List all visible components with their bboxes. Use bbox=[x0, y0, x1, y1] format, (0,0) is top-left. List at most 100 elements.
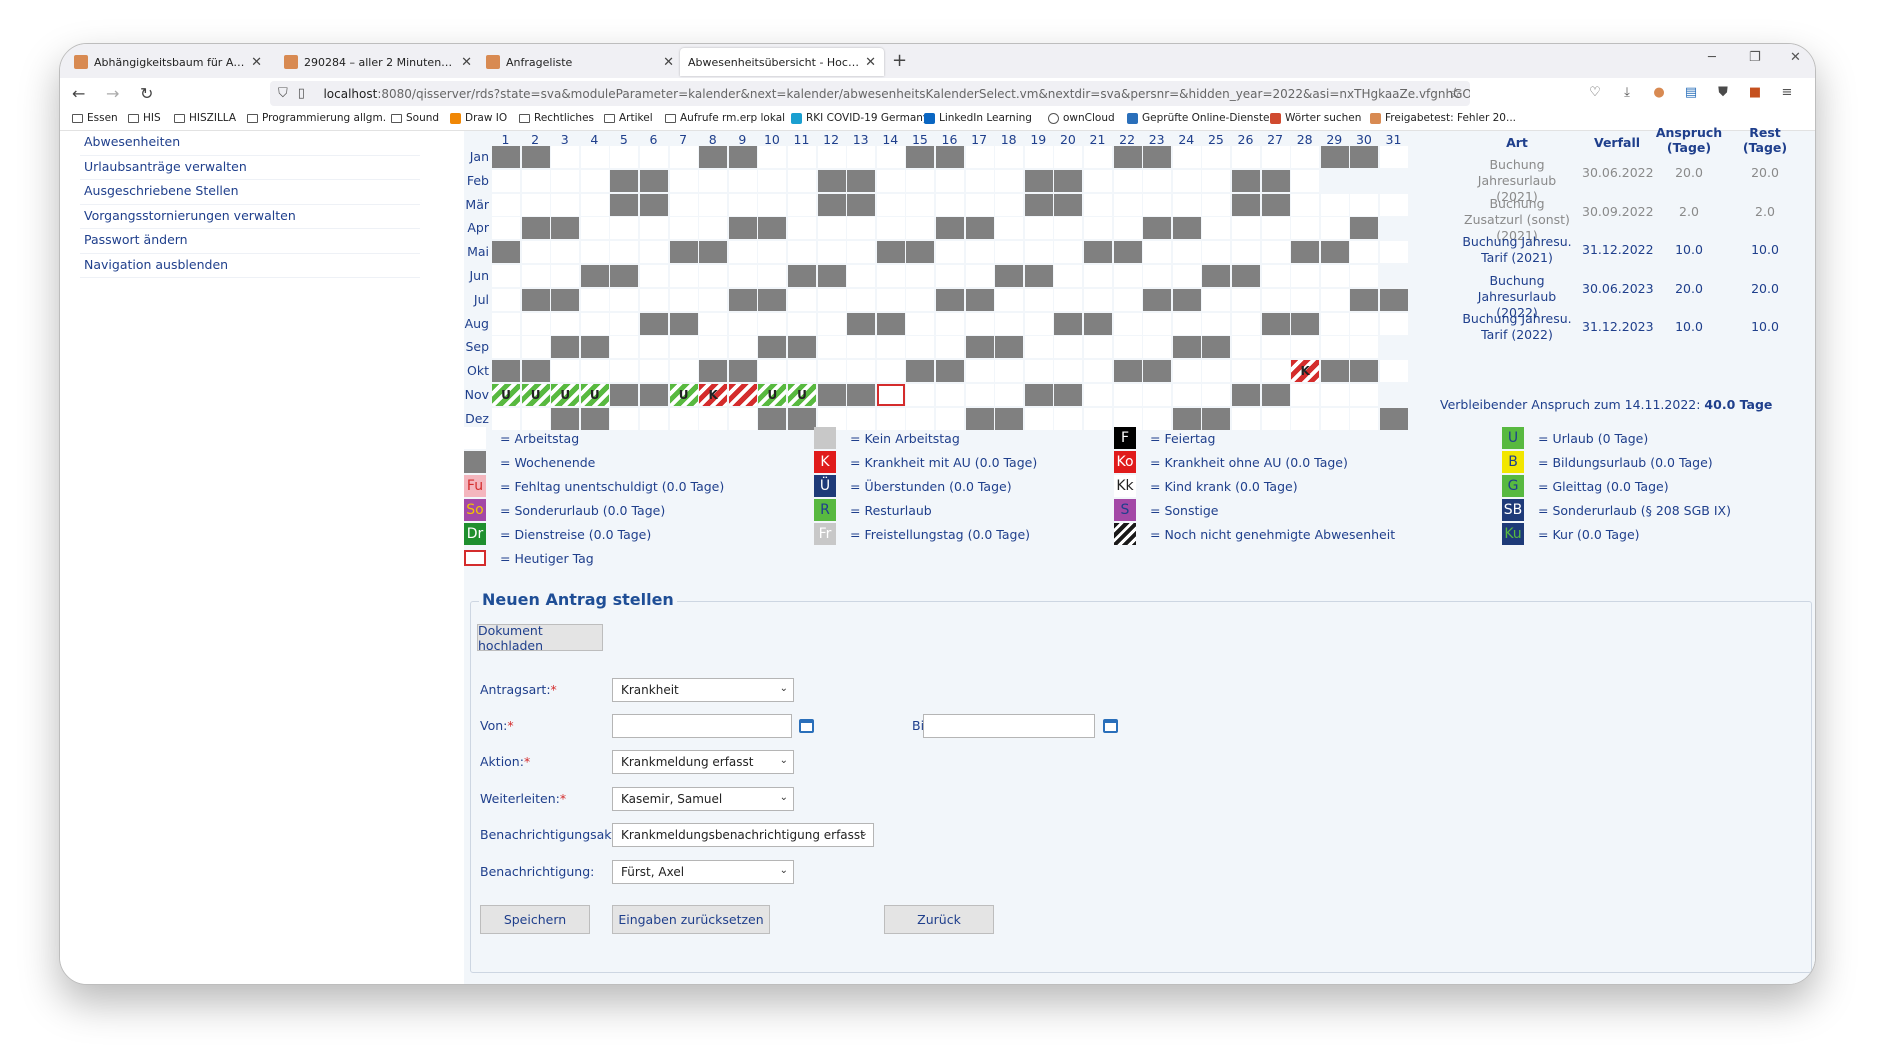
calendar-day-workday[interactable] bbox=[936, 265, 964, 287]
calendar-day-workday[interactable] bbox=[1054, 241, 1083, 264]
benachrichtigungsaktion-select[interactable]: Krankmeldungsbenachrichtigung erfasst ⌄ bbox=[612, 823, 874, 847]
calendar-day-workday[interactable] bbox=[610, 360, 639, 383]
menu-icon[interactable]: ≡ bbox=[1779, 85, 1795, 101]
calendar-day-workday[interactable] bbox=[876, 193, 905, 216]
antragsart-select[interactable]: Krankheit ⌄ bbox=[612, 678, 794, 702]
calendar-day-workday[interactable] bbox=[669, 169, 698, 192]
calendar-day-workday[interactable] bbox=[1113, 336, 1142, 359]
bookmark-rechtliches[interactable]: Rechtliches bbox=[519, 112, 594, 124]
calendar-day-workday[interactable] bbox=[1113, 265, 1142, 287]
browser-tab[interactable]: Abhängigkeitsbaum für Anfrag ✕ bbox=[66, 48, 270, 76]
calendar-day-workday[interactable] bbox=[1143, 265, 1172, 287]
calendar-day-weekend[interactable] bbox=[1291, 312, 1320, 335]
calendar-day-workday[interactable] bbox=[728, 241, 757, 264]
calendar-day-weekend[interactable] bbox=[1291, 241, 1320, 264]
calendar-day-workday[interactable] bbox=[1172, 193, 1201, 216]
calendar-day-workday[interactable] bbox=[492, 265, 520, 287]
calendar-day-weekend[interactable] bbox=[1350, 288, 1379, 311]
calendar-day-workday[interactable] bbox=[1054, 336, 1083, 359]
calendar-day-pending[interactable]: K bbox=[699, 384, 728, 406]
sidebar-item-stellen[interactable]: Ausgeschriebene Stellen bbox=[80, 180, 420, 205]
calendar-day-weekend[interactable] bbox=[936, 288, 964, 311]
bookmark-star-icon[interactable]: ☆ bbox=[1449, 84, 1462, 102]
calendar-day-workday[interactable] bbox=[1380, 193, 1408, 216]
calendar-day-workday[interactable] bbox=[995, 169, 1024, 192]
close-icon[interactable]: ✕ bbox=[865, 55, 876, 70]
bookmark-his[interactable]: HIS bbox=[128, 112, 161, 124]
calendar-day-workday[interactable] bbox=[817, 336, 846, 359]
calendar-day-workday[interactable] bbox=[669, 217, 698, 240]
calendar-day-weekend[interactable] bbox=[1232, 193, 1260, 216]
calendar-day-workday[interactable] bbox=[1261, 265, 1290, 287]
bookmark-linkedin[interactable]: LinkedIn Learning bbox=[924, 112, 1032, 124]
calendar-day-workday[interactable] bbox=[699, 288, 728, 311]
reload-icon[interactable]: ↻ bbox=[140, 84, 153, 103]
calendar-day-workday[interactable] bbox=[847, 241, 876, 264]
calendar-day-workday[interactable] bbox=[521, 169, 550, 192]
close-icon[interactable]: ✕ bbox=[461, 55, 472, 70]
calendar-day-workday[interactable] bbox=[492, 169, 520, 192]
calendar-day-workday[interactable] bbox=[1320, 384, 1349, 406]
calendar-day-pending[interactable]: K bbox=[1291, 360, 1320, 383]
calendar-day-workday[interactable] bbox=[1143, 169, 1172, 192]
bis-date-input[interactable] bbox=[923, 714, 1095, 738]
calendar-day-workday[interactable] bbox=[580, 193, 609, 216]
calendar-day-workday[interactable] bbox=[610, 241, 639, 264]
calendar-day-workday[interactable] bbox=[580, 217, 609, 240]
calendar-day-workday[interactable] bbox=[788, 288, 816, 311]
calendar-day-workday[interactable] bbox=[995, 384, 1024, 406]
calendar-day-workday[interactable] bbox=[1380, 146, 1408, 168]
calendar-day-workday[interactable] bbox=[758, 193, 787, 216]
calendar-day-workday[interactable] bbox=[1320, 193, 1349, 216]
calendar-day-weekend[interactable] bbox=[1113, 241, 1142, 264]
calendar-day-workday[interactable] bbox=[521, 265, 550, 287]
calendar-day-workday[interactable] bbox=[551, 241, 580, 264]
calendar-day-workday[interactable] bbox=[1261, 360, 1290, 383]
calendar-day-workday[interactable] bbox=[1024, 360, 1053, 383]
calendar-day-workday[interactable] bbox=[1113, 384, 1142, 406]
calendar-day-workday[interactable] bbox=[1143, 241, 1172, 264]
calendar-day-workday[interactable] bbox=[669, 336, 698, 359]
sidebar-item-abwesenheiten[interactable]: Abwesenheiten bbox=[80, 131, 420, 156]
calendar-day-weekend[interactable] bbox=[551, 288, 580, 311]
calendar-day-weekend[interactable] bbox=[1320, 146, 1349, 168]
calendar-day-vacation[interactable]: U bbox=[669, 384, 698, 406]
calendar-day-weekend[interactable] bbox=[640, 384, 668, 406]
save-button[interactable]: Speichern bbox=[480, 905, 590, 934]
reset-button[interactable]: Eingaben zurücksetzen bbox=[612, 905, 770, 934]
calendar-day-workday[interactable] bbox=[995, 146, 1024, 168]
calendar-day-workday[interactable] bbox=[699, 193, 728, 216]
calendar-day-vacation[interactable]: U bbox=[521, 384, 550, 406]
calendar-day-weekend[interactable] bbox=[936, 360, 964, 383]
new-tab-button[interactable]: + bbox=[892, 50, 907, 71]
calendar-day-workday[interactable] bbox=[551, 312, 580, 335]
calendar-day-workday[interactable] bbox=[1320, 288, 1349, 311]
calendar-day-weekend[interactable] bbox=[847, 193, 876, 216]
calendar-day-weekend[interactable] bbox=[995, 265, 1024, 287]
calendar-day-workday[interactable] bbox=[699, 217, 728, 240]
calendar-day-workday[interactable] bbox=[936, 241, 964, 264]
calendar-day-workday[interactable] bbox=[847, 288, 876, 311]
calendar-day-workday[interactable] bbox=[1172, 312, 1201, 335]
calendar-day-workday[interactable] bbox=[906, 193, 935, 216]
calendar-day-weekend[interactable] bbox=[699, 146, 728, 168]
bookmark-drawio[interactable]: Draw IO bbox=[450, 112, 507, 124]
calendar-day-workday[interactable] bbox=[640, 360, 668, 383]
calendar-day-workday[interactable] bbox=[551, 193, 580, 216]
calendar-day-weekend[interactable] bbox=[640, 312, 668, 335]
calendar-day-workday[interactable] bbox=[1232, 360, 1260, 383]
calendar-day-weekend[interactable] bbox=[1202, 336, 1231, 359]
calendar-day-weekend[interactable] bbox=[1320, 241, 1349, 264]
calendar-day-workday[interactable] bbox=[906, 336, 935, 359]
calendar-day-workday[interactable] bbox=[1143, 384, 1172, 406]
calendar-day-workday[interactable] bbox=[521, 312, 550, 335]
calendar-day-workday[interactable] bbox=[1291, 265, 1320, 287]
calendar-day-workday[interactable] bbox=[788, 241, 816, 264]
calendar-day-workday[interactable] bbox=[1113, 217, 1142, 240]
calendar-day-workday[interactable] bbox=[580, 146, 609, 168]
calendar-day-weekend[interactable] bbox=[521, 360, 550, 383]
calendar-day-workday[interactable] bbox=[788, 312, 816, 335]
calendar-day-workday[interactable] bbox=[728, 312, 757, 335]
calendar-day-weekend[interactable] bbox=[906, 146, 935, 168]
calendar-day-workday[interactable] bbox=[758, 360, 787, 383]
